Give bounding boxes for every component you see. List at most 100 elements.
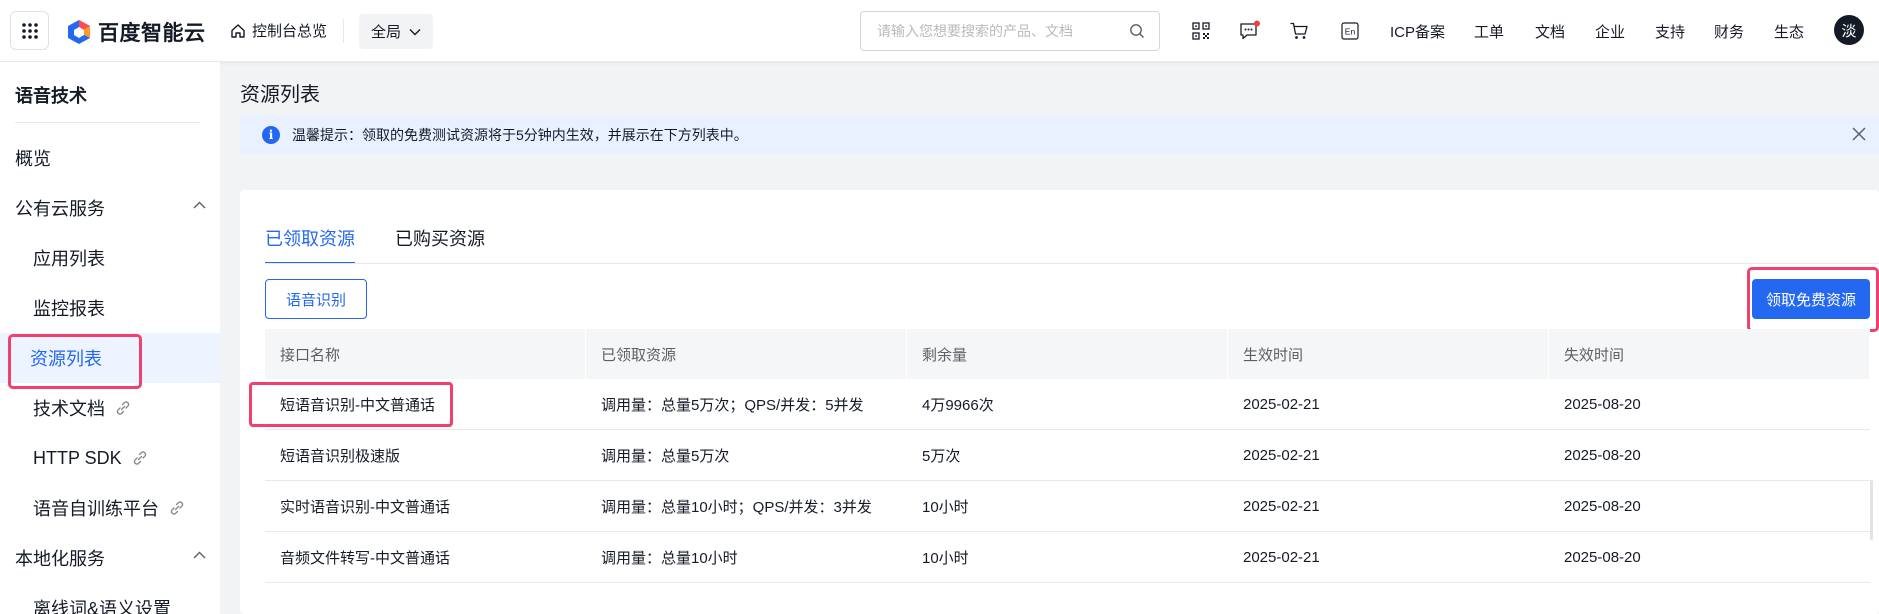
table-cell: 实时语音识别-中文普通话 bbox=[280, 498, 450, 516]
sidebar-item-app-list[interactable]: 应用列表 bbox=[0, 233, 220, 283]
scrollbar[interactable] bbox=[1870, 480, 1873, 540]
notice-banner: i 温馨提示：领取的免费测试资源将于5分钟内生效，并展示在下方列表中。 bbox=[240, 115, 1879, 154]
global-search[interactable] bbox=[860, 11, 1160, 51]
column-header: 剩余量 bbox=[907, 329, 1228, 379]
table-cell: 2025-08-20 bbox=[1564, 395, 1641, 413]
finance-link[interactable]: 财务 bbox=[1714, 21, 1744, 42]
sidebar-item-label: 离线词&语义设置 bbox=[33, 599, 172, 614]
table-cell: 2025-02-21 bbox=[1243, 395, 1320, 413]
table-cell: 10小时 bbox=[922, 549, 969, 567]
sidebar-item-label: 公有云服务 bbox=[15, 199, 105, 219]
message-icon[interactable] bbox=[1239, 20, 1261, 42]
sidebar-item-label: 监控报表 bbox=[33, 299, 105, 319]
sidebar-item-label: 应用列表 bbox=[33, 249, 105, 269]
enterprise-link[interactable]: 企业 bbox=[1595, 21, 1625, 42]
chevron-up-icon bbox=[193, 551, 206, 559]
grid-icon bbox=[21, 22, 38, 39]
notice-text: 温馨提示：领取的免费测试资源将于5分钟内生效，并展示在下方列表中。 bbox=[292, 126, 748, 143]
tab-divider bbox=[265, 263, 1879, 264]
sidebar-item-label: 语音自训练平台 bbox=[33, 499, 159, 519]
table-cell: 2025-02-21 bbox=[1243, 548, 1320, 566]
docs-link[interactable]: 文档 bbox=[1535, 21, 1565, 42]
header-divider bbox=[343, 19, 344, 43]
table-cell: 5万次 bbox=[922, 447, 961, 465]
top-navbar: 百度智能云 控制台总览 全局 请输入您想要搜索的产品、文档 En ICP备案 工… bbox=[0, 0, 1879, 62]
table-cell: 调用量：总量5万次；QPS/并发：5并发 bbox=[601, 396, 864, 414]
console-overview-link[interactable]: 控制台总览 bbox=[230, 20, 327, 41]
app-grid-button[interactable] bbox=[10, 11, 49, 50]
column-header: 生效时间 bbox=[1228, 329, 1549, 379]
sidebar-item-tech-docs[interactable]: 技术文档 bbox=[0, 383, 220, 433]
sidebar-item-overview[interactable]: 概览 bbox=[0, 133, 220, 183]
sidebar-item-resource-list[interactable]: 资源列表 bbox=[0, 333, 220, 383]
resource-tabs: 已领取资源 已购买资源 bbox=[265, 222, 485, 264]
home-icon bbox=[231, 23, 245, 38]
speech-recognition-filter-button[interactable]: 语音识别 bbox=[265, 279, 367, 319]
icp-filing-link[interactable]: ICP备案 bbox=[1390, 21, 1445, 42]
logo-text: 百度智能云 bbox=[98, 22, 206, 45]
sidebar-item-label: HTTP SDK bbox=[33, 447, 122, 468]
language-icon[interactable]: En bbox=[1339, 20, 1361, 42]
scope-label: 全局 bbox=[370, 24, 401, 41]
ticket-link[interactable]: 工单 bbox=[1474, 21, 1504, 42]
column-header: 已领取资源 bbox=[586, 329, 907, 379]
column-header: 接口名称 bbox=[265, 329, 586, 379]
cart-icon[interactable] bbox=[1288, 20, 1310, 42]
table-row: 短语音识别-中文普通话 调用量：总量5万次；QPS/并发：5并发 4万9966次… bbox=[265, 379, 1870, 430]
sidebar-item-self-training-platform[interactable]: 语音自训练平台 bbox=[0, 483, 220, 533]
table-cell: 4万9966次 bbox=[922, 396, 994, 414]
table-cell: 调用量：总量10小时 bbox=[601, 549, 738, 567]
tab-purchased-resources[interactable]: 已购买资源 bbox=[395, 222, 485, 264]
sidebar-item-label: 本地化服务 bbox=[15, 549, 105, 569]
column-header: 失效时间 bbox=[1549, 329, 1870, 379]
sidebar-item-offline-words[interactable]: 离线词&语义设置 bbox=[0, 583, 220, 614]
table-cell: 2025-02-21 bbox=[1243, 497, 1320, 515]
table-cell: 短语音识别极速版 bbox=[280, 447, 401, 465]
sidebar-item-monitor-report[interactable]: 监控报表 bbox=[0, 283, 220, 333]
search-input[interactable] bbox=[877, 23, 1129, 39]
claim-free-resources-button[interactable]: 领取免费资源 bbox=[1752, 279, 1870, 319]
table-cell: 2025-02-21 bbox=[1243, 446, 1320, 464]
page-title: 资源列表 bbox=[240, 84, 320, 106]
brand-logo[interactable]: 百度智能云 bbox=[66, 17, 206, 47]
chevron-up-icon bbox=[193, 201, 206, 209]
sidebar-divider bbox=[15, 122, 200, 123]
support-link[interactable]: 支持 bbox=[1655, 21, 1685, 42]
sidebar-group-local-service[interactable]: 本地化服务 bbox=[0, 533, 220, 583]
info-icon: i bbox=[262, 125, 280, 144]
sidebar-item-label: 概览 bbox=[15, 149, 51, 169]
region-scope-select[interactable]: 全局 bbox=[359, 14, 433, 49]
qrcode-icon[interactable] bbox=[1190, 20, 1212, 42]
table-header: 接口名称 已领取资源 剩余量 生效时间 失效时间 bbox=[265, 329, 1870, 379]
baidu-cloud-logo-icon bbox=[68, 20, 90, 44]
table-row: 实时语音识别-中文普通话 调用量：总量10小时；QPS/并发：3并发 10小时 … bbox=[265, 481, 1870, 532]
chevron-down-icon bbox=[409, 28, 421, 35]
tab-claimed-resources[interactable]: 已领取资源 bbox=[265, 222, 355, 264]
user-avatar[interactable]: 淡 bbox=[1834, 15, 1864, 45]
sidebar-item-http-sdk[interactable]: HTTP SDK bbox=[0, 433, 220, 483]
external-link-icon bbox=[132, 450, 148, 466]
sidebar-title: 语音技术 bbox=[15, 86, 87, 106]
ecosystem-link[interactable]: 生态 bbox=[1774, 21, 1804, 42]
resource-table: 接口名称 已领取资源 剩余量 生效时间 失效时间 短语音识别-中文普通话 调用量… bbox=[265, 329, 1870, 583]
sidebar-group-public-cloud[interactable]: 公有云服务 bbox=[0, 183, 220, 233]
close-icon[interactable] bbox=[1851, 126, 1867, 142]
table-cell: 短语音识别-中文普通话 bbox=[280, 396, 435, 414]
table-row: 音频文件转写-中文普通话 调用量：总量10小时 10小时 2025-02-21 … bbox=[265, 532, 1870, 583]
table-cell: 调用量：总量5万次 bbox=[601, 447, 730, 465]
sidebar-item-label: 资源列表 bbox=[30, 349, 102, 369]
table-cell: 2025-08-20 bbox=[1564, 548, 1641, 566]
table-cell: 2025-08-20 bbox=[1564, 497, 1641, 515]
table-cell: 10小时 bbox=[922, 498, 969, 516]
overview-label: 控制台总览 bbox=[252, 23, 328, 40]
sidebar-item-label: 技术文档 bbox=[33, 399, 105, 419]
sidebar: 语音技术 概览 公有云服务 应用列表 监控报表 资源列表 技术文档 HTTP S… bbox=[0, 62, 220, 614]
table-cell: 调用量：总量10小时；QPS/并发：3并发 bbox=[601, 498, 872, 516]
table-cell: 音频文件转写-中文普通话 bbox=[280, 549, 450, 567]
search-icon[interactable] bbox=[1129, 23, 1145, 39]
external-link-icon bbox=[115, 400, 131, 416]
table-cell: 2025-08-20 bbox=[1564, 446, 1641, 464]
svg-text:En: En bbox=[1345, 27, 1356, 37]
table-row: 短语音识别极速版 调用量：总量5万次 5万次 2025-02-21 2025-0… bbox=[265, 430, 1870, 481]
external-link-icon bbox=[169, 500, 185, 516]
